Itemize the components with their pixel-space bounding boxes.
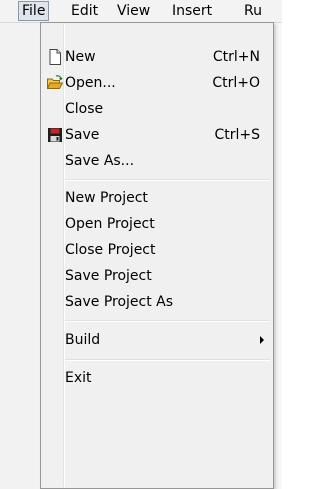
menu-item-exit[interactable]: Exit [42, 365, 272, 391]
menu-item-shortcut: Ctrl+N [212, 49, 260, 65]
menu-item-save-project[interactable]: Save Project [42, 263, 272, 289]
menu-item-open-project[interactable]: Open Project [42, 211, 272, 237]
menu-item-new[interactable]: New Ctrl+N [42, 44, 272, 70]
floppy-disk-icon [46, 126, 64, 144]
menu-item-label: New Project [65, 190, 148, 206]
background-window-right [274, 23, 282, 489]
menu-item-label: Open... [65, 75, 116, 91]
menu-item-save-as[interactable]: Save As... [42, 148, 272, 174]
menu-item-label: Build [65, 332, 101, 348]
file-menu-dropdown: New Ctrl+N Open... Ctrl+O Close Save Ctr… [40, 22, 274, 489]
open-folder-icon [46, 74, 64, 92]
menu-item-label: Close Project [65, 242, 156, 258]
submenu-arrow-icon [260, 336, 264, 344]
menu-insert[interactable]: Insert [172, 0, 212, 22]
menu-separator [65, 320, 270, 322]
menu-bar: File Edit View Insert Ru [0, 0, 282, 23]
menu-item-label: Save Project [65, 268, 152, 284]
menu-item-label: Open Project [65, 216, 155, 232]
background-window [0, 23, 40, 489]
menu-item-label: Save Project As [65, 294, 174, 310]
menu-separator [65, 179, 270, 181]
menu-item-label: Save [65, 127, 100, 143]
menu-item-save-project-as[interactable]: Save Project As [42, 289, 272, 315]
menu-item-label: Close [65, 101, 104, 117]
menu-file[interactable]: File [18, 1, 50, 21]
menu-item-close[interactable]: Close [42, 96, 272, 122]
menu-item-label: New [65, 49, 96, 65]
menu-item-close-project[interactable]: Close Project [42, 237, 272, 263]
menu-item-label: Exit [65, 370, 92, 386]
menu-view[interactable]: View [117, 0, 150, 22]
menu-item-new-project[interactable]: New Project [42, 185, 272, 211]
menu-separator [65, 359, 270, 361]
menu-item-save[interactable]: Save Ctrl+S [42, 122, 272, 148]
menu-run[interactable]: Ru [244, 0, 262, 22]
menu-item-build[interactable]: Build [42, 327, 272, 353]
menu-item-shortcut: Ctrl+O [212, 75, 260, 91]
menu-edit[interactable]: Edit [71, 0, 98, 22]
menu-item-shortcut: Ctrl+S [214, 127, 260, 143]
menu-item-open[interactable]: Open... Ctrl+O [42, 70, 272, 96]
menu-item-label: Save As... [65, 153, 135, 169]
new-document-icon [46, 48, 64, 66]
